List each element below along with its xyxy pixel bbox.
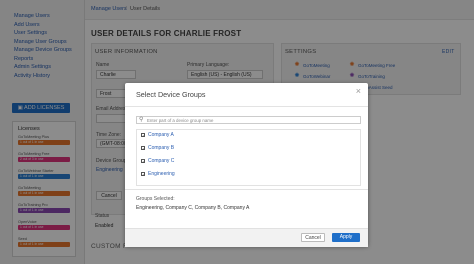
apply-button[interactable]: Apply (332, 233, 360, 242)
group-option-engineering[interactable]: ✓ Engineering (137, 170, 360, 179)
group-option-label: Company C (148, 158, 175, 164)
dialog-list-divider (125, 189, 368, 190)
dialog-footer: Cancel Apply (125, 228, 368, 247)
group-option-label: Engineering (148, 171, 175, 177)
dialog-title: Select Device Groups (136, 90, 206, 99)
device-group-list: ✓ Company A ✓ Company B ✓ Company C ✓ En… (136, 129, 361, 186)
checkbox-checked[interactable]: ✓ (141, 146, 145, 151)
group-option-company-b[interactable]: ✓ Company B (137, 144, 360, 153)
checkbox-checked[interactable]: ✓ (141, 159, 145, 164)
group-option-company-a[interactable]: ✓ Company A (137, 131, 360, 140)
search-icon: ⚲ (139, 117, 144, 123)
checkbox-checked[interactable]: ✓ (141, 133, 145, 138)
group-option-company-c[interactable]: ✓ Company C (137, 157, 360, 166)
group-search-box: ⚲ (136, 116, 361, 124)
checkbox-checked[interactable]: ✓ (141, 172, 145, 177)
close-icon[interactable]: × (356, 87, 361, 96)
groups-selected-label: Groups Selected: (136, 196, 175, 202)
select-device-groups-dialog: Select Device Groups × ⚲ ✓ Company A ✓ C… (125, 83, 368, 247)
cancel-button[interactable]: Cancel (301, 233, 325, 242)
group-option-label: Company B (148, 145, 175, 151)
group-search-input[interactable] (147, 117, 347, 123)
groups-selected-value: Engineering, Company C, Company B, Compa… (136, 205, 250, 211)
group-option-label: Company A (148, 132, 174, 138)
dialog-header-divider (125, 106, 368, 107)
